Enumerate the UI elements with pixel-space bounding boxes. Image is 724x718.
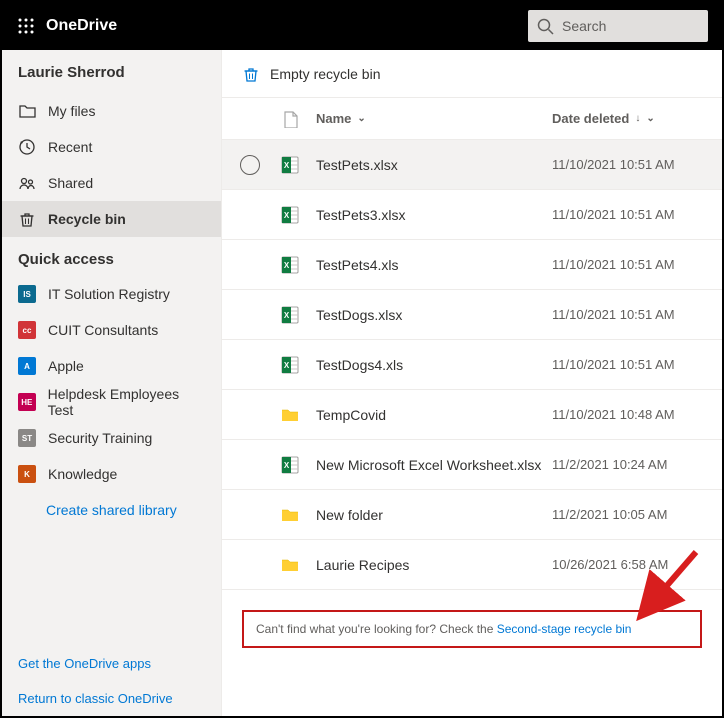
folder-icon (272, 405, 308, 425)
recycle-icon (242, 65, 260, 83)
search-icon (536, 17, 554, 35)
site-avatar-icon: A (18, 357, 36, 375)
table-row[interactable]: New Microsoft Excel Worksheet.xlsx11/2/2… (222, 440, 722, 490)
file-type-column-icon[interactable] (272, 110, 308, 128)
quick-access-label: Knowledge (48, 466, 117, 482)
recycle-icon (18, 210, 36, 228)
excel-file-icon (272, 155, 308, 175)
site-avatar-icon: ST (18, 429, 36, 447)
chevron-down-icon: ⌄ (357, 113, 365, 124)
date-deleted: 11/10/2021 10:51 AM (552, 307, 712, 322)
username: Laurie Sherrod (2, 50, 221, 93)
hint-text: Can't find what you're looking for? Chec… (256, 622, 497, 636)
top-bar: OneDrive Search (2, 2, 722, 50)
file-name[interactable]: TestPets3.xlsx (308, 207, 552, 223)
empty-recycle-button[interactable]: Empty recycle bin (270, 66, 380, 82)
quick-access-title: Quick access (2, 237, 221, 276)
sidebar-item-my-files[interactable]: My files (2, 93, 221, 129)
table-row[interactable]: TestPets4.xls11/10/2021 10:51 AM (222, 240, 722, 290)
table-header: Name ⌄ Date deleted ↓ ⌄ (222, 98, 722, 140)
excel-file-icon (272, 255, 308, 275)
file-name[interactable]: TestPets.xlsx (308, 157, 552, 173)
quick-access-item[interactable]: IS IT Solution Registry (2, 276, 221, 312)
file-name[interactable]: New folder (308, 507, 552, 523)
excel-file-icon (272, 455, 308, 475)
quick-access-label: Security Training (48, 430, 152, 446)
app-launcher-button[interactable] (10, 10, 42, 42)
quick-access-item[interactable]: cc CUIT Consultants (2, 312, 221, 348)
site-avatar-icon: K (18, 465, 36, 483)
table-row[interactable]: TestDogs.xlsx11/10/2021 10:51 AM (222, 290, 722, 340)
file-name[interactable]: TestDogs.xlsx (308, 307, 552, 323)
date-deleted: 11/10/2021 10:48 AM (552, 407, 712, 422)
file-name[interactable]: Laurie Recipes (308, 557, 552, 573)
site-avatar-icon: HE (18, 393, 36, 411)
file-name[interactable]: TempCovid (308, 407, 552, 423)
quick-access-item[interactable]: A Apple (2, 348, 221, 384)
quick-access-label: Apple (48, 358, 84, 374)
table-row[interactable]: TestPets3.xlsx11/10/2021 10:51 AM (222, 190, 722, 240)
sidebar: Laurie Sherrod My files Recent Shared Re… (2, 50, 222, 716)
command-bar: Empty recycle bin (222, 50, 722, 98)
quick-access-item[interactable]: K Knowledge (2, 456, 221, 492)
folder-icon (18, 102, 36, 120)
site-avatar-icon: cc (18, 321, 36, 339)
sort-down-icon: ↓ (635, 113, 640, 124)
table-row[interactable]: New folder11/2/2021 10:05 AM (222, 490, 722, 540)
table-row[interactable]: TestDogs4.xls11/10/2021 10:51 AM (222, 340, 722, 390)
sidebar-item-recent[interactable]: Recent (2, 129, 221, 165)
search-box[interactable]: Search (528, 10, 708, 42)
date-deleted: 11/10/2021 10:51 AM (552, 207, 712, 222)
main-pane: Empty recycle bin Name ⌄ Date deleted ↓ … (222, 50, 722, 716)
chevron-down-icon: ⌄ (646, 113, 654, 124)
second-stage-hint: Can't find what you're looking for? Chec… (242, 610, 702, 648)
create-shared-library-link[interactable]: Create shared library (2, 492, 221, 528)
column-header-name[interactable]: Name ⌄ (308, 111, 552, 126)
shared-icon (18, 174, 36, 192)
file-name[interactable]: TestDogs4.xls (308, 357, 552, 373)
sidebar-item-label: Recycle bin (48, 211, 126, 227)
row-select-checkbox[interactable] (240, 155, 260, 175)
second-stage-recycle-link[interactable]: Second-stage recycle bin (497, 622, 632, 636)
excel-file-icon (272, 305, 308, 325)
recent-icon (18, 138, 36, 156)
search-placeholder: Search (562, 18, 606, 34)
quick-access-label: CUIT Consultants (48, 322, 158, 338)
quick-access-label: IT Solution Registry (48, 286, 170, 302)
app-title: OneDrive (46, 17, 117, 35)
date-deleted: 10/26/2021 6:58 AM (552, 557, 712, 572)
sidebar-item-shared[interactable]: Shared (2, 165, 221, 201)
sidebar-item-label: Recent (48, 139, 92, 155)
date-deleted: 11/10/2021 10:51 AM (552, 157, 712, 172)
file-name[interactable]: New Microsoft Excel Worksheet.xlsx (308, 457, 552, 473)
table-row[interactable]: Laurie Recipes10/26/2021 6:58 AM (222, 540, 722, 590)
folder-icon (272, 505, 308, 525)
column-header-date-deleted[interactable]: Date deleted ↓ ⌄ (552, 111, 712, 126)
excel-file-icon (272, 355, 308, 375)
footer-link-classic[interactable]: Return to classic OneDrive (2, 681, 221, 716)
sidebar-item-label: Shared (48, 175, 93, 191)
footer-link-get-apps[interactable]: Get the OneDrive apps (2, 646, 221, 681)
sidebar-item-recycle-bin[interactable]: Recycle bin (2, 201, 221, 237)
date-deleted: 11/10/2021 10:51 AM (552, 257, 712, 272)
sidebar-item-label: My files (48, 103, 95, 119)
date-deleted: 11/2/2021 10:24 AM (552, 457, 712, 472)
folder-icon (272, 555, 308, 575)
date-deleted: 11/10/2021 10:51 AM (552, 357, 712, 372)
quick-access-item[interactable]: ST Security Training (2, 420, 221, 456)
table-row[interactable]: TestPets.xlsx11/10/2021 10:51 AM (222, 140, 722, 190)
file-name[interactable]: TestPets4.xls (308, 257, 552, 273)
quick-access-item[interactable]: HE Helpdesk Employees Test (2, 384, 221, 420)
site-avatar-icon: IS (18, 285, 36, 303)
excel-file-icon (272, 205, 308, 225)
date-deleted: 11/2/2021 10:05 AM (552, 507, 712, 522)
quick-access-label: Helpdesk Employees Test (48, 386, 205, 418)
table-row[interactable]: TempCovid11/10/2021 10:48 AM (222, 390, 722, 440)
